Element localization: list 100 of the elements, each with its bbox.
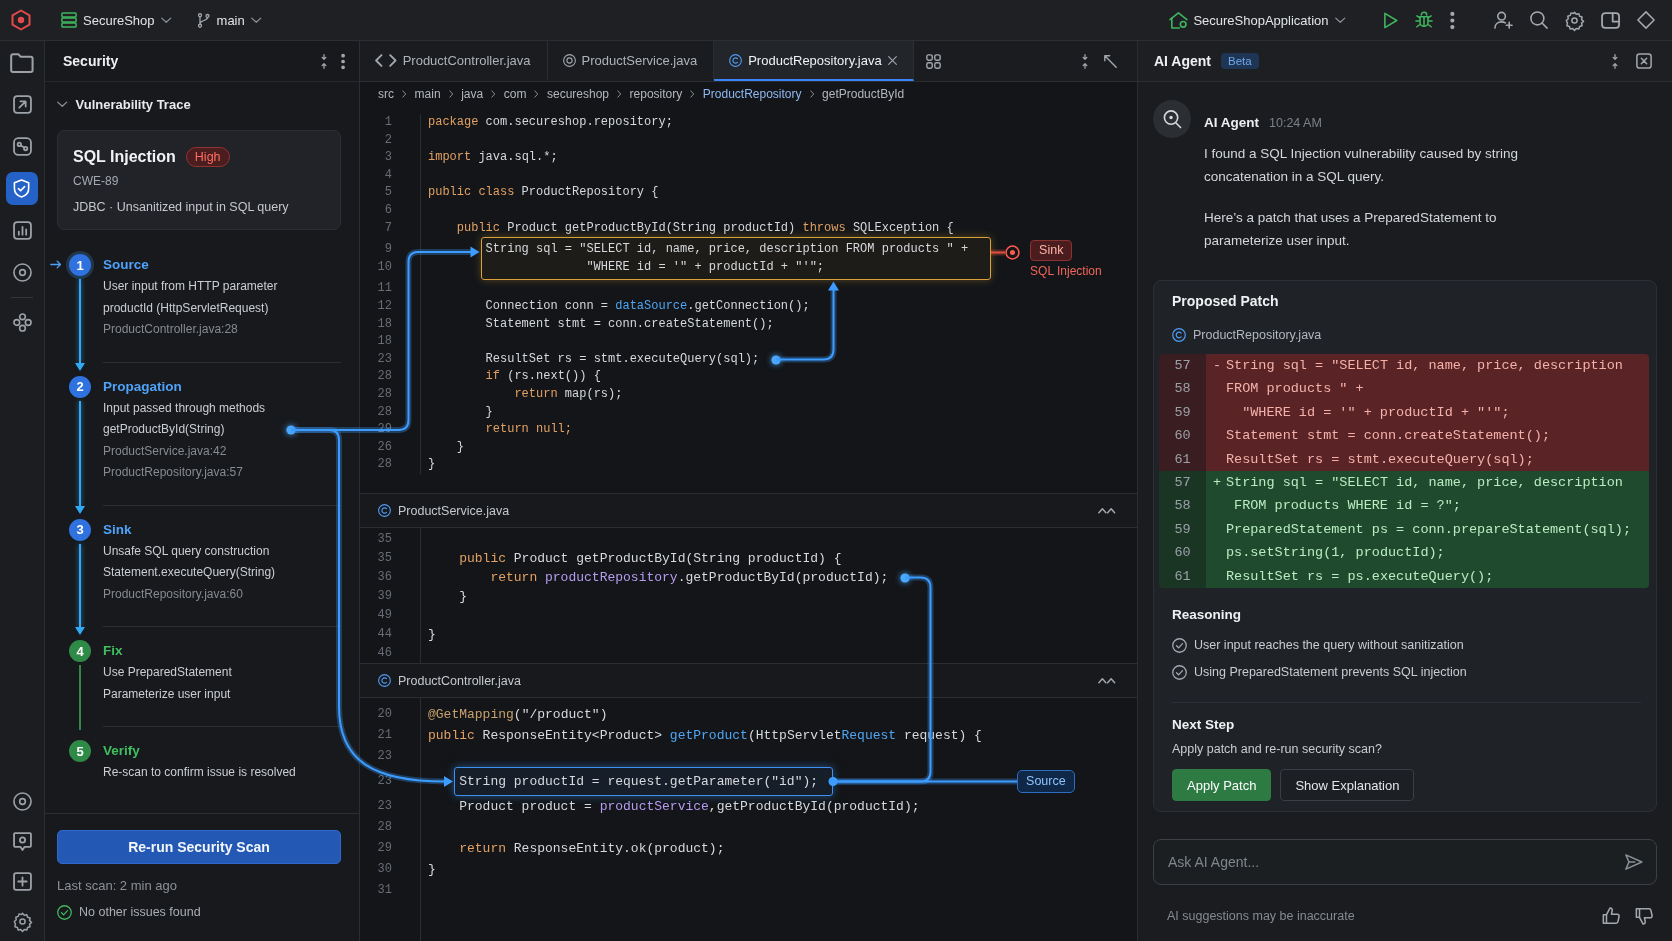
line-number: 58 [1159,494,1206,518]
arrows-in-icon[interactable] [320,53,327,69]
message-icon[interactable] [12,831,32,851]
code-line: String sql = "SELECT id, name, price, description FROM products " + [485,241,969,259]
shield-icon[interactable] [6,171,38,205]
message-text: I found a SQL Injection vulnerability caused by string concatenation in a SQL query. [1204,145,1519,186]
arrows-in-icon[interactable] [1082,53,1088,69]
file-location: ProductController.java:28 [103,321,239,338]
line-number: 28 [376,456,393,474]
section-heading: Reasoning [1172,606,1242,625]
code-line: } [428,456,436,474]
tree-section-header[interactable]: Vulnerability Trace [57,92,191,116]
apply-patch-button[interactable]: Apply Patch [1172,769,1272,802]
editor-tab[interactable]: ProductRepository.java [714,41,914,81]
sink-tag: Sink [1030,240,1073,262]
thumbs-up-icon[interactable] [1602,907,1620,926]
search-icon[interactable] [1529,11,1548,29]
arrow-diagonal-icon[interactable] [1104,54,1117,68]
step-detail: Input passed through methods [103,399,266,417]
step-detail: productId (HttpServletRequest) [103,299,269,317]
plus-square-icon[interactable] [12,871,32,891]
section-file-name: ProductService.java [398,503,510,518]
grid-icon[interactable] [925,53,941,69]
issue-title: SQL Injection [73,148,176,166]
thumbs-down-icon[interactable] [1635,907,1653,926]
line-number: 61 [1159,447,1206,472]
step-detail: Use PreparedStatement [103,664,232,681]
c-circle-icon [378,674,391,687]
breadcrumb-item[interactable]: com [503,87,527,101]
c-circle-icon [1172,328,1186,342]
chevrons-up-icon[interactable] [1097,677,1115,684]
c-circle-icon [729,53,743,67]
app-logo-icon [11,9,31,31]
nodes-icon[interactable] [12,136,32,156]
chevron-right-icon [809,90,815,98]
file-location: ProductRepository.java:57 [103,464,244,481]
line-number: 28 [376,385,393,403]
line-number: 60 [1159,424,1206,448]
code-line: if (rs.next()) { [485,368,601,386]
step-detail: Parameterize user input [103,685,231,703]
folder-icon[interactable] [10,52,34,72]
breadcrumb-item[interactable]: ProductRepository [702,87,802,101]
more-icon[interactable] [340,53,345,69]
send-icon[interactable] [1625,854,1643,871]
file-name: ProductRepository.java [1193,327,1322,344]
file-location: ProductService.java:42 [103,442,228,460]
show-explanation-button[interactable]: Show Explanation [1280,769,1415,802]
step-detail: Unsafe SQL query construction [103,542,270,560]
code-line: import java.sql.*; [428,149,558,167]
step-detail: Re-scan to confirm issue is resolved [103,764,296,781]
message-author: AI Agent [1204,114,1259,132]
breadcrumb-item[interactable]: java [461,87,484,101]
code-line: Product product = productService,getProductById(productId); [459,798,920,816]
reasoning-text: Using PreparedStatement prevents SQL injection [1194,664,1467,682]
project-selector[interactable]: SecureShop [57,8,176,32]
breadcrumb-item[interactable]: main [414,87,441,101]
code-line: ResultSet rs = stmt.executeQuery(sql); [485,350,760,368]
line-number: 5 [383,184,393,202]
breadcrumb-item[interactable]: secureshop [546,87,609,101]
target-icon[interactable] [12,262,32,282]
code-line: } [428,861,436,879]
step-number: 5 [69,740,91,762]
rerun-scan-button[interactable]: Re-run Security Scan [57,830,341,864]
line-number: 31 [376,882,393,899]
chat-input[interactable]: Ask AI Agent... [1153,839,1657,886]
window-icon[interactable] [1600,11,1620,29]
panel-title: Security [63,53,119,69]
line-number: 18 [376,333,393,351]
line-number: 26 [376,438,393,456]
breadcrumb-item[interactable]: src [378,87,394,101]
settings-icon[interactable] [1564,10,1584,30]
code-line: public Product getProductById(String productId) { [459,550,842,568]
settings-icon[interactable] [12,911,32,931]
breadcrumb-item[interactable]: getProductById [822,87,905,101]
branch-selector[interactable]: main [193,8,266,32]
diamond-icon[interactable] [1637,11,1655,29]
arrows-in-icon[interactable] [1612,53,1618,69]
line-number: 59 [1159,517,1206,542]
check-circle-icon [57,904,72,920]
chart-icon[interactable] [12,220,32,240]
line-number: 23 [376,748,393,765]
bug-icon[interactable] [1415,11,1434,29]
close-icon[interactable] [887,55,897,65]
chevrons-up-icon[interactable] [1097,507,1115,514]
run-configuration-selector[interactable]: SecureShopApplication [1164,7,1350,33]
last-scan-text: Last scan: 2 min ago [57,877,178,895]
step-title: Verify [103,742,141,760]
target-icon[interactable] [12,791,32,811]
more-icon[interactable] [1450,11,1455,29]
line-number: 44 [376,626,393,643]
window-x-icon[interactable] [1636,53,1652,69]
user-add-icon[interactable] [1493,10,1513,30]
flow-line [990,249,1006,256]
cwe-label: CWE-89 [73,173,120,189]
play-icon[interactable] [1383,11,1399,29]
cluster-icon[interactable] [12,312,32,332]
editor-tab[interactable]: ProductController.java [360,41,548,81]
breadcrumb-item[interactable]: repository [629,87,683,101]
line-number: 30 [376,861,393,878]
line-number: 10 [376,258,392,276]
